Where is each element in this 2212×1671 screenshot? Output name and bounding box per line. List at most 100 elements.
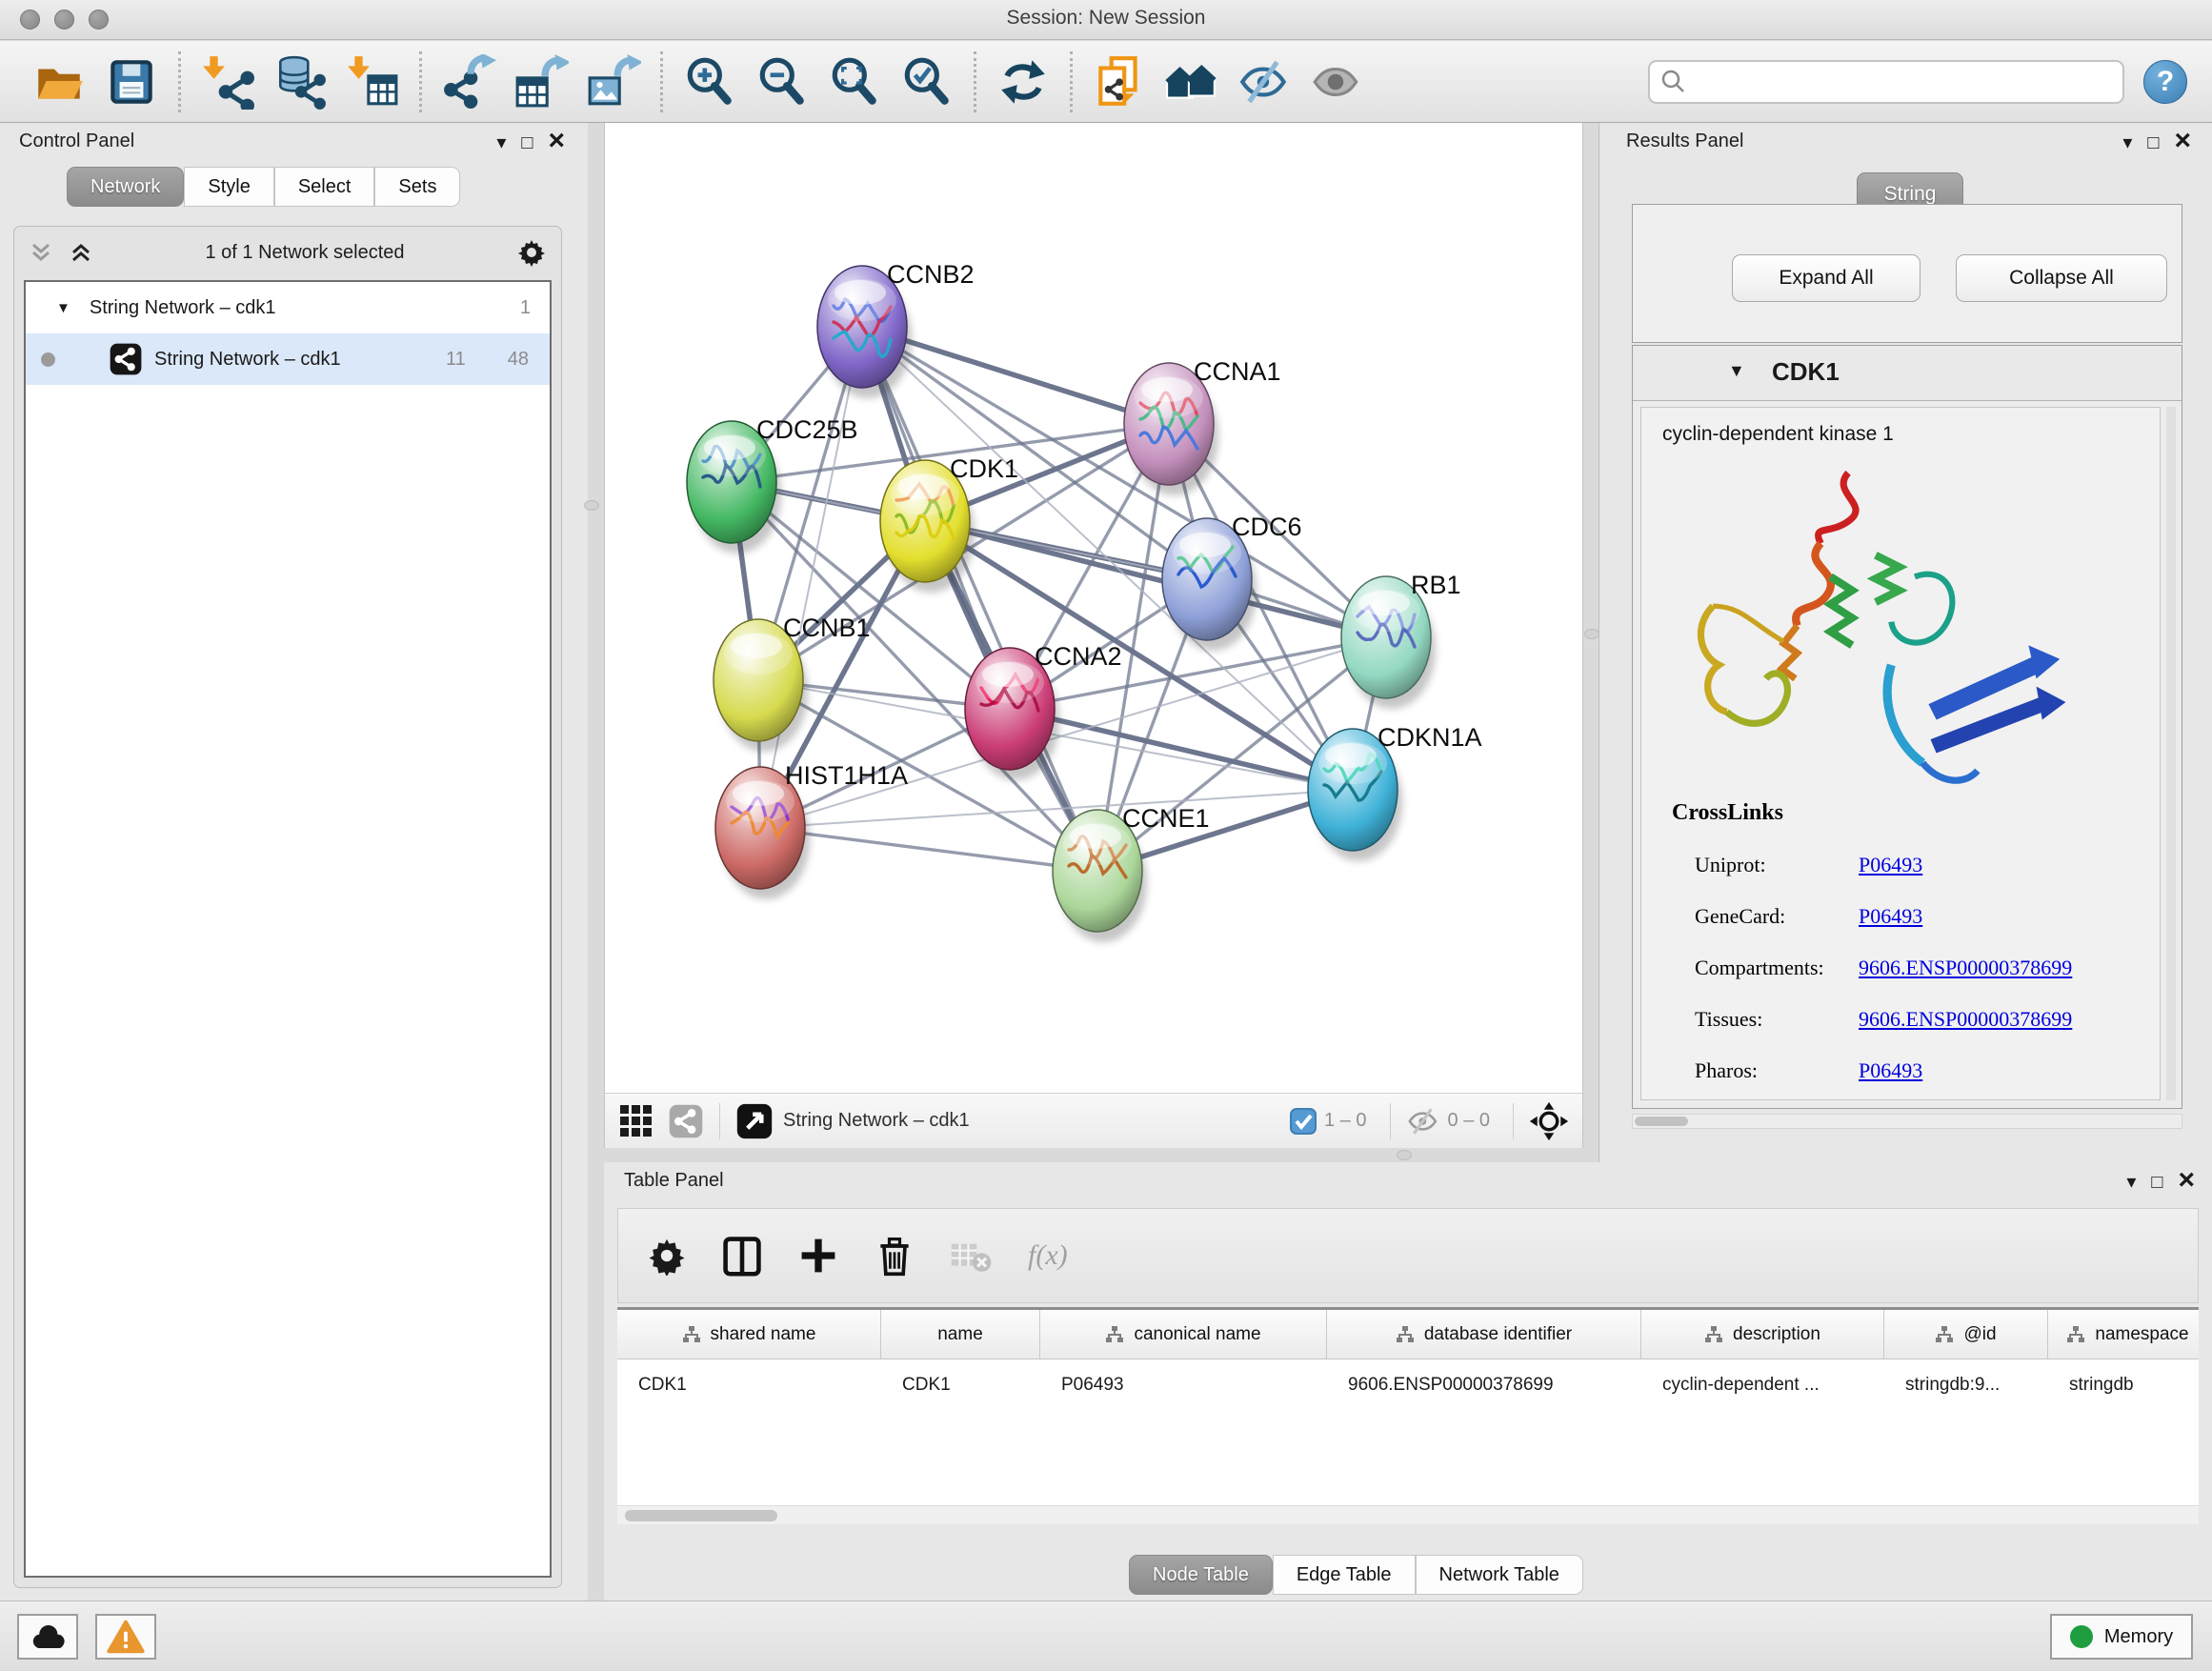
network-node-CCNE1[interactable]: CCNE1 [1053,804,1210,942]
network-node-HIST1H1A[interactable]: HIST1H1A [715,761,908,899]
left-splitter-handle[interactable] [584,500,599,511]
hidden-node-edge-counter: 0 – 0 [1448,1110,1490,1132]
network-canvas[interactable]: CCNB2CCNA1CDC25BCDK1CDC6RB1CCNB1CCNA2CDK… [605,123,1582,1092]
column-header-description[interactable]: description [1641,1310,1884,1359]
collapse-all-button[interactable]: Collapse All [1956,254,2167,302]
results-vertical-scrollbar[interactable] [2166,407,2176,1100]
tab-style[interactable]: Style [184,167,273,207]
network-node-CDC6[interactable]: CDC6 [1162,513,1302,651]
collection-expand-icon[interactable]: ▼ [56,300,70,316]
network-node-CCNA1[interactable]: CCNA1 [1124,357,1281,495]
node-label-HIST1H1A: HIST1H1A [785,761,908,790]
scrollbar-thumb[interactable] [1635,1117,1688,1126]
network-node-CDK1[interactable]: CDK1 [880,454,1018,593]
zoom-fit-button[interactable] [825,52,884,111]
panel-close-icon[interactable]: × [548,127,565,155]
shared-column-tree-icon [1935,1325,1954,1344]
tab-sets[interactable]: Sets [374,167,460,207]
panel-menu-icon[interactable]: ▾ [2126,1173,2136,1192]
import-network-database-button[interactable] [271,52,330,111]
network-node-CDKN1A[interactable]: CDKN1A [1308,723,1482,861]
results-horizontal-scrollbar[interactable] [1632,1114,2182,1129]
panel-close-icon[interactable]: × [2178,1166,2195,1195]
birds-eye-view-icon[interactable] [735,1102,774,1140]
zoom-selected-button[interactable] [897,52,956,111]
tab-network-table[interactable]: Network Table [1416,1555,1583,1595]
delete-column-icon[interactable] [874,1235,915,1277]
network-node-CCNA2[interactable]: CCNA2 [965,642,1122,780]
expand-all-button[interactable]: Expand All [1732,254,1920,302]
help-button[interactable]: ? [2143,60,2187,104]
network-edge-CCNA2-CDKN1A[interactable] [1010,709,1353,790]
crosslink-link[interactable]: P06493 [1859,1058,1922,1083]
zoom-in-button[interactable] [680,52,739,111]
import-network-icon [200,54,255,110]
panel-float-icon[interactable]: □ [2151,1173,2162,1192]
show-all-button[interactable] [1307,52,1366,111]
protein-section-header[interactable]: ▼ CDK1 [1633,346,2182,401]
column-header-canonical-name[interactable]: canonical name [1040,1310,1327,1359]
expand-all-icon[interactable] [68,239,94,266]
tab-network[interactable]: Network [67,167,184,207]
panel-menu-icon[interactable]: ▾ [2122,133,2132,152]
export-image-button[interactable] [584,52,643,111]
network-node-CDC25B[interactable]: CDC25B [687,415,858,554]
collapse-all-icon[interactable] [28,239,54,266]
panel-close-icon[interactable]: × [2174,127,2191,155]
column-header-database-identifier[interactable]: database identifier [1327,1310,1641,1359]
section-collapse-icon[interactable]: ▼ [1728,361,1745,381]
right-splitter-handle[interactable] [1584,629,1599,639]
first-neighbors-button[interactable] [1162,52,1221,111]
column-header-namespace[interactable]: namespace [2048,1310,2199,1359]
network-edge-CDK1-RB1[interactable] [925,521,1386,637]
crosslink-link[interactable]: P06493 [1859,853,1922,877]
search-input[interactable] [1688,64,2113,100]
network-edge-HIST1H1A-CCNE1[interactable] [760,828,1097,871]
table-horizontal-scrollbar[interactable] [617,1505,2199,1524]
tab-node-table[interactable]: Node Table [1129,1555,1273,1595]
column-header-name[interactable]: name [881,1310,1040,1359]
add-column-icon[interactable] [797,1235,839,1277]
network-row[interactable]: String Network – cdk1 11 48 [26,333,550,385]
table-header-row: shared namenamecanonical namedatabase id… [617,1310,2199,1359]
tab-edge-table[interactable]: Edge Table [1273,1555,1416,1595]
pan-crosshair-icon[interactable] [1529,1101,1569,1141]
cloud-sync-button[interactable] [17,1614,78,1660]
scrollbar-thumb[interactable] [625,1510,777,1521]
search-field[interactable] [1648,60,2124,104]
export-network-button[interactable] [439,52,498,111]
table-options-gear-icon[interactable] [647,1236,687,1276]
open-session-button[interactable] [30,52,89,111]
memory-button[interactable]: Memory [2050,1614,2193,1660]
panel-float-icon[interactable]: □ [521,133,533,152]
save-session-button[interactable] [102,52,161,111]
crosslink-link[interactable]: P06493 [1859,904,1922,929]
clone-network-button[interactable] [1090,52,1149,111]
crosslink-link[interactable]: 9606.ENSP00000378699 [1859,1007,2072,1032]
selected-checkbox-icon[interactable] [1290,1108,1317,1135]
column-header-@id[interactable]: @id [1884,1310,2048,1359]
crosslinks-title: CrossLinks [1672,800,2072,826]
network-node-RB1[interactable]: RB1 [1341,571,1461,709]
table-row[interactable]: CDK1CDK1P064939606.ENSP00000378699cyclin… [617,1359,2199,1411]
network-view-toolbar: String Network – cdk1 1 – 0 0 – 0 [605,1093,1582,1148]
show-columns-icon[interactable] [721,1235,763,1277]
grid-view-icon[interactable] [618,1103,654,1139]
horizontal-splitter-handle[interactable] [1397,1150,1412,1160]
crosslink-link[interactable]: 9606.ENSP00000378699 [1859,956,2072,980]
import-table-file-button[interactable] [343,52,402,111]
zoom-out-button[interactable] [753,52,812,111]
node-label-CCNE1: CCNE1 [1122,804,1210,833]
network-share-icon[interactable] [668,1103,704,1139]
network-options-gear-icon[interactable] [515,236,548,269]
export-table-button[interactable] [512,52,571,111]
hide-selected-button[interactable] [1235,52,1294,111]
apply-layout-button[interactable] [994,52,1053,111]
tab-select[interactable]: Select [274,167,375,207]
network-collection-row[interactable]: ▼ String Network – cdk1 1 [26,282,550,333]
panel-menu-icon[interactable]: ▾ [496,133,506,152]
warnings-button[interactable] [95,1614,156,1660]
panel-float-icon[interactable]: □ [2147,133,2159,152]
column-header-shared-name[interactable]: shared name [617,1310,881,1359]
import-network-file-button[interactable] [198,52,257,111]
